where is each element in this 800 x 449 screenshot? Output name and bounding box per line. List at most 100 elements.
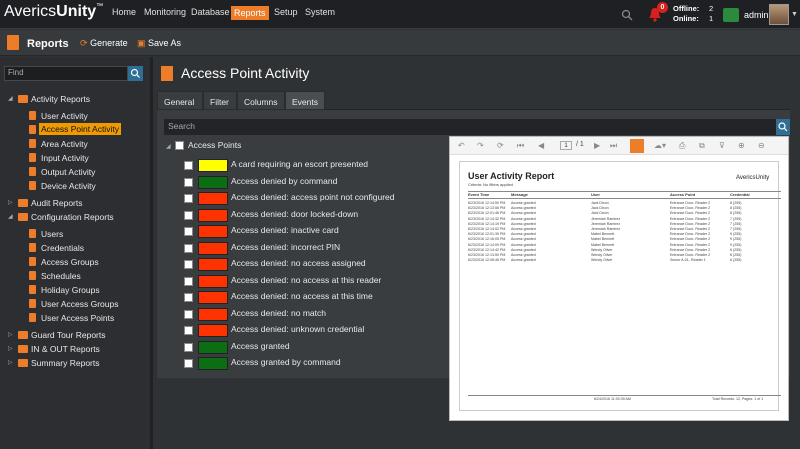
refresh-icon[interactable]: ⟳ [497, 141, 504, 150]
event-color-swatch[interactable] [198, 274, 228, 288]
event-color-swatch[interactable] [198, 307, 228, 321]
report-cell: Entrance Door- Reader 2 [670, 201, 711, 205]
event-checkbox[interactable] [184, 326, 193, 335]
zoom-in-icon[interactable]: ⊕ [738, 141, 745, 150]
tab-filter[interactable]: Filter [203, 91, 237, 110]
event-checkbox[interactable] [184, 194, 193, 203]
tree-access-point-activity[interactable]: Access Point Activity [39, 123, 121, 135]
event-checkbox[interactable] [184, 293, 193, 302]
event-color-swatch[interactable] [198, 291, 228, 304]
tab-general[interactable]: General [157, 91, 203, 110]
access-points-checkbox[interactable] [175, 141, 184, 150]
tree-users[interactable]: Users [41, 229, 63, 239]
next-page-icon[interactable]: ▶ [594, 141, 600, 150]
export-document-icon[interactable] [630, 139, 644, 153]
folder-icon [18, 359, 28, 367]
last-page-icon[interactable]: ⏭ [610, 141, 617, 151]
event-color-swatch[interactable] [198, 340, 228, 354]
tree-audit-reports[interactable]: Audit Reports [31, 198, 83, 208]
tree-in-out-reports[interactable]: IN & OUT Reports [31, 344, 100, 354]
page-number-input[interactable]: 1 [560, 141, 572, 150]
tree-output-activity[interactable]: Output Activity [41, 167, 95, 177]
tree-user-access-points[interactable]: User Access Points [41, 313, 114, 323]
tree-summary-reports[interactable]: Summary Reports [31, 358, 100, 368]
tree-device-activity[interactable]: Device Activity [41, 181, 96, 191]
save-as-button[interactable]: ▣ Save As [137, 38, 181, 49]
avatar[interactable] [769, 4, 789, 25]
event-checkbox[interactable] [184, 359, 193, 368]
event-color-swatch[interactable] [198, 241, 228, 255]
user-name[interactable]: admin [744, 10, 769, 20]
event-color-swatch[interactable] [198, 208, 228, 222]
report-cell: 8 (255) [730, 201, 742, 205]
event-checkbox[interactable] [184, 309, 193, 319]
search-icon[interactable] [776, 119, 790, 135]
tree-credentials[interactable]: Credentials [41, 243, 84, 253]
report-cell: Access granted [511, 221, 536, 226]
tab-events[interactable]: Events [285, 91, 325, 110]
report-title: User Activity Report [468, 171, 555, 181]
event-color-swatch[interactable] [198, 192, 228, 205]
tree-activity-reports[interactable]: Activity Reports [31, 94, 90, 104]
event-color-swatch[interactable] [198, 357, 228, 370]
event-checkbox[interactable] [184, 177, 193, 187]
zoom-out-icon[interactable]: ⊖ [758, 141, 765, 150]
expand-triangle-icon[interactable]: ◢ [8, 213, 13, 220]
event-color-swatch[interactable] [198, 324, 228, 337]
report-cell: Sector A-01- Reader 1 [670, 258, 706, 263]
event-checkbox[interactable] [184, 243, 193, 253]
tree-schedules[interactable]: Schedules [41, 271, 81, 281]
nav-database[interactable]: Database [191, 7, 230, 17]
undo-icon[interactable]: ↶ [458, 141, 465, 150]
collapsed-triangle-icon[interactable]: ▷ [8, 199, 13, 206]
report-cell: 6 (255) [730, 253, 742, 257]
tree-user-activity[interactable]: User Activity [41, 111, 88, 121]
tree-input-activity[interactable]: Input Activity [41, 153, 89, 163]
event-color-swatch[interactable] [198, 258, 228, 271]
event-checkbox[interactable] [184, 227, 193, 236]
events-search-input[interactable]: Search [164, 119, 776, 135]
save-dropdown-icon[interactable]: ☁▾ [654, 141, 666, 150]
event-color-swatch[interactable] [198, 175, 228, 189]
prev-page-icon[interactable]: ◀ [538, 141, 544, 150]
first-page-icon[interactable]: ⏮ [517, 141, 524, 151]
event-checkbox[interactable] [184, 210, 193, 220]
collapsed-triangle-icon[interactable]: ▷ [8, 345, 13, 352]
nav-setup[interactable]: Setup [274, 7, 298, 17]
tree-area-activity[interactable]: Area Activity [41, 139, 88, 149]
tree-access-groups[interactable]: Access Groups [41, 257, 99, 267]
tab-columns[interactable]: Columns [237, 91, 285, 110]
nav-home[interactable]: Home [112, 7, 136, 17]
event-checkbox[interactable] [184, 342, 193, 352]
tree-holiday-groups[interactable]: Holiday Groups [41, 285, 100, 295]
report-icon [29, 229, 36, 238]
expand-triangle-icon[interactable]: ◢ [166, 143, 171, 150]
copy-icon[interactable]: ⧉ [699, 141, 705, 151]
filter-icon[interactable]: ⊽ [719, 141, 725, 150]
tree-guard-tour-reports[interactable]: Guard Tour Reports [31, 330, 106, 340]
expand-triangle-icon[interactable]: ◢ [8, 95, 13, 102]
event-checkbox[interactable] [184, 161, 193, 170]
event-color-swatch[interactable] [198, 225, 228, 238]
nav-monitoring[interactable]: Monitoring [144, 7, 186, 17]
chevron-down-icon[interactable]: ▼ [791, 11, 798, 18]
search-icon[interactable] [621, 9, 633, 21]
print-icon[interactable]: ⎙ [679, 141, 685, 151]
event-color-swatch[interactable] [198, 159, 228, 172]
event-checkbox[interactable] [184, 276, 193, 286]
redo-icon[interactable]: ↷ [477, 141, 484, 150]
tree-user-access-groups[interactable]: User Access Groups [41, 299, 118, 309]
collapsed-triangle-icon[interactable]: ▷ [8, 359, 13, 366]
event-checkbox[interactable] [184, 260, 193, 269]
report-cell: Jack Dixon [591, 211, 609, 216]
brand-logo[interactable]: AvericsUnity™ [4, 3, 103, 21]
report-cell: Mabel Bennett [591, 242, 615, 247]
nav-reports[interactable]: Reports [231, 6, 269, 20]
report-cell: Mabel Bennett [591, 237, 615, 242]
collapsed-triangle-icon[interactable]: ▷ [8, 331, 13, 338]
nav-system[interactable]: System [305, 7, 335, 17]
generate-button[interactable]: ⟳ Generate [80, 38, 128, 49]
sidebar-search-input[interactable]: Find [4, 66, 128, 81]
tree-configuration-reports[interactable]: Configuration Reports [31, 212, 114, 222]
search-icon[interactable] [128, 66, 143, 81]
